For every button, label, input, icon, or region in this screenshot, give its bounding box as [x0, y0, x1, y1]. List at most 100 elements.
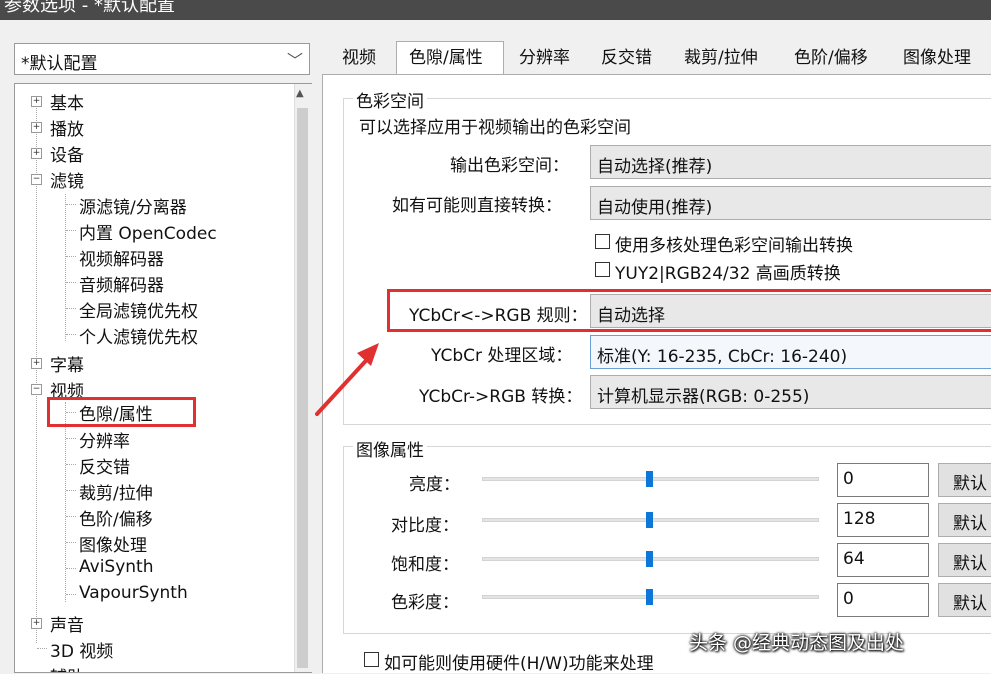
tree-item-image-processing[interactable]: 图像处理 — [79, 531, 147, 556]
hue-label: 色彩度： — [391, 593, 459, 613]
collapse-icon[interactable]: − — [31, 174, 42, 185]
output-colorspace-select[interactable]: 自动选择(推荐) — [590, 145, 991, 179]
tab-crop-stretch[interactable]: 裁剪/拉伸 — [684, 43, 758, 73]
tree-line — [37, 648, 47, 649]
brightness-input[interactable]: 0 — [837, 463, 929, 497]
tree-item-deinterlace[interactable]: 反交错 — [79, 453, 130, 478]
direct-convert-select[interactable]: 自动使用(推荐) — [590, 186, 991, 220]
tree-line — [66, 334, 76, 335]
tree-item-audio[interactable]: 声音 — [50, 611, 84, 636]
tree-item-vapoursynth[interactable]: VapourSynth — [79, 583, 188, 603]
tree-item-3d-video[interactable]: 3D 视频 — [50, 637, 113, 662]
ycbcr-convert-value: 计算机显示器(RGB: 0-255) — [597, 387, 810, 407]
scroll-up-icon[interactable]: ▲ — [296, 88, 304, 99]
tree-item-avisynth[interactable]: AviSynth — [79, 557, 153, 577]
tree-line — [66, 256, 76, 257]
contrast-value: 128 — [843, 509, 876, 529]
tree-line — [66, 230, 76, 231]
contrast-reset-button[interactable]: 默认 — [938, 503, 991, 537]
contrast-slider-thumb[interactable] — [646, 512, 653, 528]
multicore-checkbox[interactable] — [595, 234, 610, 249]
tree-item-subtitles[interactable]: 字幕 — [50, 351, 84, 376]
saturation-reset-button[interactable]: 默认 — [938, 543, 991, 577]
tab-deinterlace[interactable]: 反交错 — [601, 43, 652, 73]
tree-line — [66, 594, 76, 595]
tree-line — [66, 308, 76, 309]
profile-select[interactable]: *默认配置 ﹀ — [14, 43, 310, 75]
hue-slider-thumb[interactable] — [646, 589, 653, 605]
ycbcr-convert-label: YCbCr->RGB 转换： — [419, 387, 583, 407]
tree-item-opencodec[interactable]: 内置 OpenCodec — [79, 219, 217, 244]
image-props-group-title: 图像属性 — [353, 436, 427, 461]
tree-line — [66, 568, 76, 569]
tree-line — [66, 204, 76, 205]
brightness-reset-button[interactable]: 默认 — [938, 463, 991, 497]
tree-line — [65, 402, 66, 602]
settings-tree[interactable]: + 基本 + 播放 + 设备 − 滤镜 源滤镜/分离器 内置 OpenCodec… — [14, 83, 312, 673]
tab-video[interactable]: 视频 — [342, 43, 376, 73]
tab-levels-offset[interactable]: 色阶/偏移 — [794, 43, 868, 73]
window-title: 参数选项 - *默认配置 — [4, 0, 175, 16]
tree-line — [66, 542, 76, 543]
hue-reset-button[interactable]: 默认 — [938, 583, 991, 617]
brightness-slider-thumb[interactable] — [646, 471, 653, 487]
expand-icon[interactable]: + — [31, 618, 42, 629]
expand-icon[interactable]: + — [31, 358, 42, 369]
hue-reset-label: 默认 — [953, 594, 987, 614]
saturation-reset-label: 默认 — [953, 554, 987, 574]
ycbcr-range-value: 标准(Y: 16-235, CbCr: 16-240) — [597, 347, 848, 367]
direct-convert-label: 如有可能则直接转换： — [392, 196, 562, 216]
output-colorspace-label: 输出色彩空间： — [450, 156, 569, 176]
tab-image-processing[interactable]: 图像处理 — [903, 43, 971, 73]
saturation-slider-thumb[interactable] — [646, 551, 653, 567]
direct-convert-value: 自动使用(推荐) — [597, 198, 713, 218]
colorspace-description: 可以选择应用于视频输出的色彩空间 — [359, 118, 631, 138]
tree-line — [66, 438, 76, 439]
title-bar: 参数选项 - *默认配置 — [0, 0, 991, 20]
yuy2-checkbox[interactable] — [595, 262, 610, 277]
hue-input[interactable]: 0 — [837, 583, 929, 617]
brightness-value: 0 — [843, 469, 854, 489]
tab-resolution[interactable]: 分辨率 — [519, 43, 570, 73]
tree-item-device[interactable]: 设备 — [50, 141, 84, 166]
annotation-arrow-icon — [315, 343, 379, 416]
contrast-reset-label: 默认 — [953, 514, 987, 534]
tree-item-audio-decoder[interactable]: 音频解码器 — [79, 271, 164, 296]
saturation-input[interactable]: 64 — [837, 543, 929, 577]
saturation-value: 64 — [843, 549, 865, 569]
colorspace-group-title: 色彩空间 — [353, 87, 427, 112]
tree-item-filters[interactable]: 滤镜 — [50, 167, 84, 192]
contrast-label: 对比度： — [391, 516, 459, 536]
tree-item-personal-filter-priority[interactable]: 个人滤镜优先权 — [79, 323, 198, 348]
tree-item-levels-offset[interactable]: 色阶/偏移 — [79, 505, 153, 530]
tree-item-crop-stretch[interactable]: 裁剪/拉伸 — [79, 479, 153, 504]
tree-line — [66, 516, 76, 517]
ycbcr-convert-select[interactable]: 计算机显示器(RGB: 0-255) — [590, 375, 991, 409]
hardware-checkbox[interactable] — [364, 652, 379, 667]
brightness-label: 亮度： — [409, 475, 460, 495]
tree-line — [66, 282, 76, 283]
multicore-label: 使用多核处理色彩空间输出转换 — [615, 236, 853, 256]
tree-item-playback[interactable]: 播放 — [50, 115, 84, 140]
hue-value: 0 — [843, 589, 854, 609]
expand-icon[interactable]: + — [31, 122, 42, 133]
expand-icon[interactable]: + — [31, 148, 42, 159]
expand-icon[interactable]: + — [31, 96, 42, 107]
tree-line — [66, 490, 76, 491]
tree-item-basic[interactable]: 基本 — [50, 89, 84, 114]
scroll-thumb[interactable] — [297, 108, 308, 668]
tab-color-properties[interactable]: 色隙/属性 — [409, 43, 483, 73]
tree-item-global-filter-priority[interactable]: 全局滤镜优先权 — [79, 297, 198, 322]
collapse-icon[interactable]: − — [31, 384, 42, 395]
yuy2-label: YUY2|RGB24/32 高画质转换 — [615, 264, 841, 284]
tree-item-assist[interactable]: 辅助 — [50, 663, 84, 672]
highlight-box — [47, 397, 196, 427]
tree-item-resolution[interactable]: 分辨率 — [79, 427, 130, 452]
tree-item-video-decoder[interactable]: 视频解码器 — [79, 245, 164, 270]
tree-item-source-filter[interactable]: 源滤镜/分离器 — [79, 193, 187, 218]
tree-line — [66, 464, 76, 465]
chevron-down-icon: ﹀ — [286, 51, 303, 70]
brightness-reset-label: 默认 — [953, 474, 987, 494]
contrast-input[interactable]: 128 — [837, 503, 929, 537]
ycbcr-range-select[interactable]: 标准(Y: 16-235, CbCr: 16-240) — [590, 335, 991, 369]
